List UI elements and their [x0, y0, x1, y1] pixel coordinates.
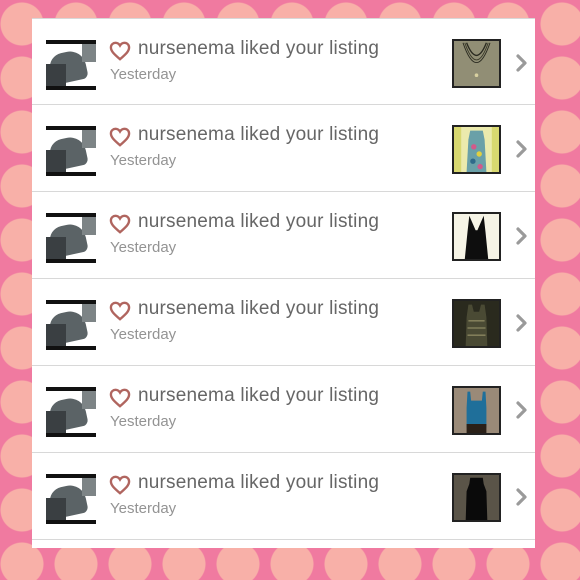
- notification-message: nursenema liked your listing: [138, 385, 380, 406]
- listing-thumbnail[interactable]: [452, 212, 501, 261]
- heart-outline-icon: [109, 301, 131, 321]
- heart-outline-icon: [109, 214, 131, 234]
- chevron-right-icon[interactable]: [515, 400, 529, 420]
- heart-outline-icon: [109, 127, 131, 147]
- notification-time: Yesterday: [110, 66, 177, 83]
- notification-row[interactable]: nursenema liked your listing Yesterday: [32, 18, 535, 105]
- avatar[interactable]: [46, 300, 96, 350]
- notification-time: Yesterday: [110, 326, 177, 343]
- notification-time: Yesterday: [110, 413, 177, 430]
- avatar[interactable]: [46, 474, 96, 524]
- notification-message: nursenema liked your listing: [138, 298, 380, 319]
- avatar[interactable]: [46, 387, 96, 437]
- notification-time: Yesterday: [110, 152, 177, 169]
- notification-message: nursenema liked your listing: [138, 124, 380, 145]
- chevron-right-icon[interactable]: [515, 313, 529, 333]
- chevron-right-icon[interactable]: [515, 487, 529, 507]
- chevron-right-icon[interactable]: [515, 139, 529, 159]
- avatar[interactable]: [46, 213, 96, 263]
- listing-thumbnail[interactable]: [452, 299, 501, 348]
- notification-time: Yesterday: [110, 500, 177, 517]
- notification-row[interactable]: nursenema liked your listing Yesterday: [32, 105, 535, 192]
- heart-outline-icon: [109, 388, 131, 408]
- heart-outline-icon: [109, 475, 131, 495]
- avatar[interactable]: [46, 40, 96, 90]
- notification-row[interactable]: nursenema liked your listing Yesterday: [32, 453, 535, 540]
- notification-row[interactable]: nursenema liked your listing Yesterday: [32, 279, 535, 366]
- notification-row[interactable]: nursenema liked your listing Yesterday: [32, 366, 535, 453]
- chevron-right-icon[interactable]: [515, 226, 529, 246]
- notifications-list: nursenema liked your listing Yesterday n…: [32, 18, 535, 548]
- listing-thumbnail[interactable]: [452, 125, 501, 174]
- notification-message: nursenema liked your listing: [138, 38, 380, 59]
- chevron-right-icon[interactable]: [515, 53, 529, 73]
- listing-thumbnail[interactable]: [452, 473, 501, 522]
- listing-thumbnail[interactable]: [452, 386, 501, 435]
- avatar[interactable]: [46, 126, 96, 176]
- listing-thumbnail[interactable]: [452, 39, 501, 88]
- notification-time: Yesterday: [110, 239, 177, 256]
- notification-message: nursenema liked your listing: [138, 472, 380, 493]
- heart-outline-icon: [109, 41, 131, 61]
- notification-message: nursenema liked your listing: [138, 211, 380, 232]
- notification-row[interactable]: nursenema liked your listing Yesterday: [32, 192, 535, 279]
